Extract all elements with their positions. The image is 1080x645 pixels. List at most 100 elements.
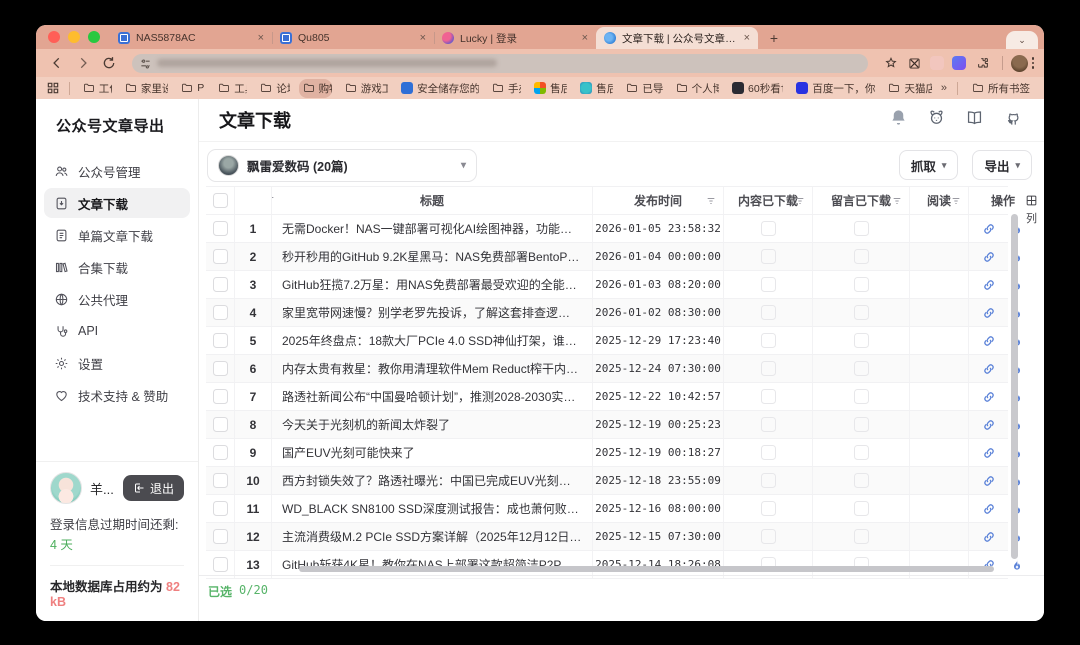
sidebar-item[interactable]: 合集下载	[44, 252, 190, 282]
back-button[interactable]	[46, 52, 68, 74]
url-bar[interactable]	[132, 54, 868, 73]
row-checkbox[interactable]	[213, 501, 228, 516]
bookmarks-overflow-button[interactable]: »	[941, 82, 947, 94]
filter-icon[interactable]	[272, 194, 585, 208]
article-title[interactable]: 今天关于光刻机的新闻太炸裂了	[282, 416, 582, 433]
close-tab-icon[interactable]: ×	[420, 32, 426, 44]
article-title[interactable]: 无需Docker！NAS一键部署可视化AI绘图神器，功能太懂人心	[282, 220, 582, 237]
all-bookmarks-button[interactable]: 所有书签	[968, 79, 1034, 98]
extension-icon[interactable]	[952, 56, 966, 70]
browser-tab[interactable]: Qu805 ×	[272, 27, 434, 49]
link-icon[interactable]	[982, 446, 996, 460]
link-icon[interactable]	[982, 502, 996, 516]
reload-button[interactable]	[98, 52, 120, 74]
row-checkbox[interactable]	[213, 529, 228, 544]
article-title[interactable]: 家里宽带网速慢？别学老罗先投诉，了解这套排查逻辑轻松解决	[282, 304, 582, 321]
sidebar-item[interactable]: 技术支持 & 赞助	[44, 380, 190, 410]
browser-tab[interactable]: 文章下载 | 公众号文章导出 ×	[596, 27, 758, 49]
bookmark-item[interactable]: 售后2	[530, 79, 567, 98]
bookmark-item[interactable]: 天猫店铺	[884, 79, 931, 98]
filter-icon[interactable]	[795, 196, 805, 206]
article-title[interactable]: WD_BLACK SN8100 SSD深度测试报告：成也萧何败也萧何，...	[282, 500, 582, 517]
row-checkbox[interactable]	[213, 277, 228, 292]
filter-icon[interactable]	[892, 196, 902, 206]
bookmark-item[interactable]: 工作	[79, 79, 112, 98]
maximize-window-button[interactable]	[88, 31, 100, 43]
browser-tab[interactable]: NAS5878AC ×	[110, 27, 272, 49]
article-title[interactable]: 西方封锁失效了？路透社曝光：中国已完成EUV光刻机原型机	[282, 472, 582, 489]
close-window-button[interactable]	[48, 31, 60, 43]
article-title[interactable]: GitHub狂揽7.2万星：用NAS免费部署最受欢迎的全能PDF处理...	[282, 276, 582, 293]
filter-icon[interactable]	[706, 196, 716, 206]
mascot-dog-icon[interactable]	[927, 108, 946, 132]
link-icon[interactable]	[982, 362, 996, 376]
export-button[interactable]: 导出▾	[972, 150, 1032, 180]
notification-bell-icon[interactable]	[889, 108, 908, 132]
account-select[interactable]: 飘雷爱数码 (20篇) ▾	[207, 149, 477, 182]
sidebar-item[interactable]: 公众号管理	[44, 156, 190, 186]
browser-tab[interactable]: Lucky | 登录 ×	[434, 27, 596, 49]
link-icon[interactable]	[982, 250, 996, 264]
extension-icon[interactable]	[930, 56, 944, 70]
close-tab-icon[interactable]: ×	[744, 32, 750, 44]
horizontal-scrollbar[interactable]	[299, 566, 994, 572]
extension-icon[interactable]	[906, 54, 924, 72]
bookmark-item[interactable]: 售后1	[576, 79, 613, 98]
link-icon[interactable]	[982, 474, 996, 488]
github-icon[interactable]	[1003, 108, 1022, 132]
bookmark-item[interactable]: 个人博客	[672, 79, 719, 98]
column-settings-button[interactable]: 列	[1025, 194, 1038, 226]
sidebar-item[interactable]: API	[44, 316, 190, 346]
link-icon[interactable]	[982, 306, 996, 320]
row-checkbox[interactable]	[213, 417, 228, 432]
article-title[interactable]: 2025年终盘点：18款大厂PCIe 4.0 SSD神仙打架，谁才是真神？	[282, 332, 582, 349]
bookmark-item[interactable]: PT	[177, 80, 205, 96]
row-checkbox[interactable]	[213, 249, 228, 264]
bookmark-item[interactable]: 已导入	[622, 79, 662, 98]
minimize-window-button[interactable]	[68, 31, 80, 43]
article-title[interactable]: 主流消费级M.2 PCIe SSD方案详解（2025年12月12日更新）	[282, 528, 582, 545]
row-checkbox[interactable]	[213, 557, 228, 572]
tab-search-button[interactable]: ⌄	[1006, 31, 1038, 49]
select-all-checkbox[interactable]	[213, 193, 228, 208]
bookmark-item[interactable]: 游戏工具	[341, 79, 388, 98]
apps-grid-icon[interactable]	[46, 77, 60, 99]
row-checkbox[interactable]	[213, 389, 228, 404]
vertical-scrollbar[interactable]	[1011, 214, 1018, 559]
docs-book-icon[interactable]	[965, 108, 984, 132]
row-checkbox[interactable]	[213, 445, 228, 460]
row-checkbox[interactable]	[213, 361, 228, 376]
link-icon[interactable]	[982, 390, 996, 404]
link-icon[interactable]	[982, 222, 996, 236]
sidebar-item[interactable]: 文章下载	[44, 188, 190, 218]
bookmark-item[interactable]: 论坛	[256, 79, 289, 98]
bookmark-item[interactable]: 工具	[214, 79, 247, 98]
link-icon[interactable]	[982, 418, 996, 432]
bookmark-item[interactable]: 家里设备	[121, 79, 168, 98]
article-title[interactable]: 秒开秒用的GitHub 9.2K星黑马：NAS免费部署BentoPDF保姆...	[282, 248, 582, 265]
sidebar-item[interactable]: 单篇文章下载	[44, 220, 190, 250]
site-settings-icon[interactable]	[140, 58, 151, 69]
article-title[interactable]: 国产EUV光刻可能快来了	[282, 444, 582, 461]
browser-profile-avatar[interactable]	[1011, 55, 1028, 72]
bookmark-item[interactable]: 安全储存您的数据...	[397, 79, 479, 98]
logout-button[interactable]: 退出	[123, 475, 184, 501]
sidebar-item[interactable]: 设置	[44, 348, 190, 378]
close-tab-icon[interactable]: ×	[582, 32, 588, 44]
new-tab-button[interactable]: +	[764, 28, 784, 48]
bookmark-item[interactable]: 购物	[299, 79, 332, 98]
bookmark-item[interactable]: 百度一下，你就知道	[792, 79, 875, 98]
row-checkbox[interactable]	[213, 305, 228, 320]
bookmark-star-icon[interactable]	[880, 52, 902, 74]
link-icon[interactable]	[982, 278, 996, 292]
link-icon[interactable]	[982, 530, 996, 544]
extensions-puzzle-icon[interactable]	[972, 52, 994, 74]
flame-icon[interactable]	[1010, 558, 1024, 572]
article-title[interactable]: 路透社新闻公布“中国曼哈顿计划”，推测2028-2030实现商用	[282, 388, 582, 405]
row-checkbox[interactable]	[213, 333, 228, 348]
filter-icon[interactable]	[951, 196, 961, 206]
close-tab-icon[interactable]: ×	[258, 32, 264, 44]
row-checkbox[interactable]	[213, 221, 228, 236]
browser-menu-icon[interactable]	[1032, 57, 1035, 69]
fetch-button[interactable]: 抓取▾	[899, 150, 959, 180]
